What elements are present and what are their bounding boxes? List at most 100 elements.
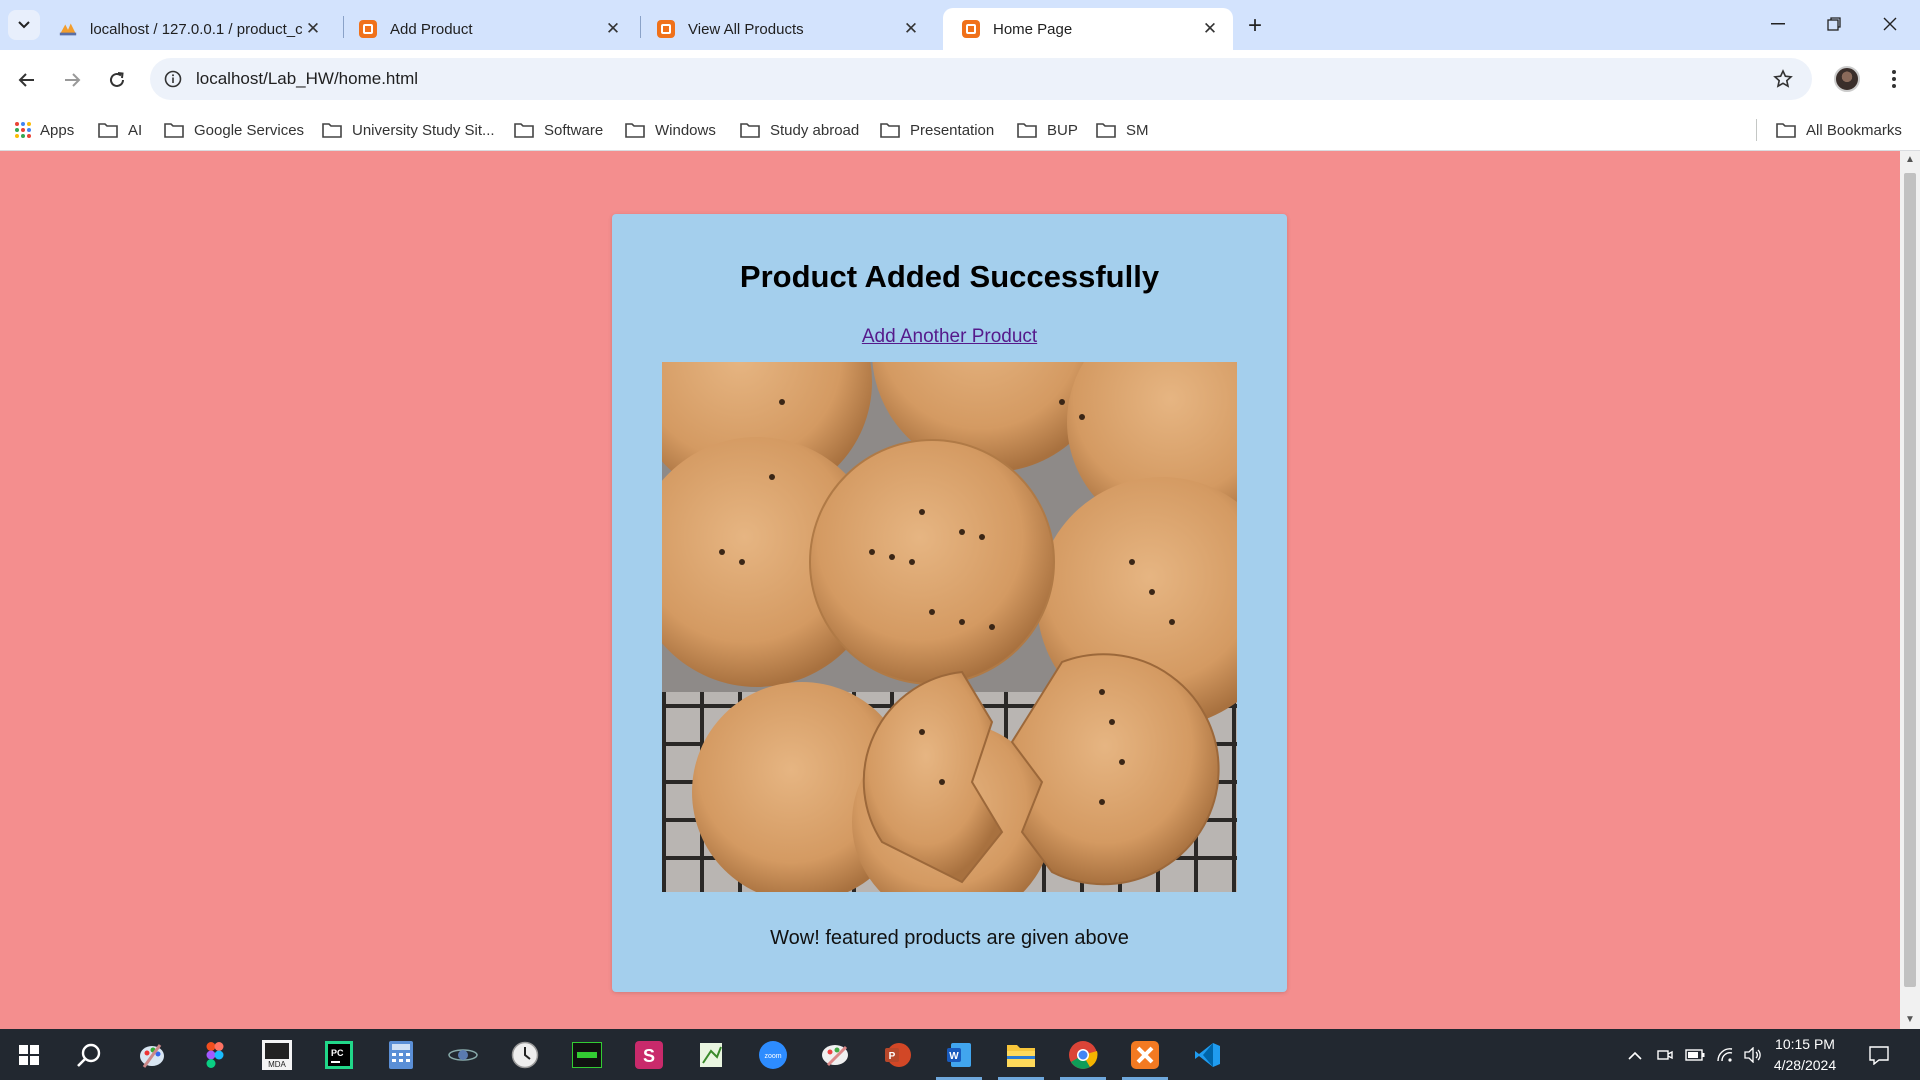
bookmark-label: BUP [1047,121,1078,139]
zoom-icon[interactable]: zoom [756,1038,790,1072]
chrome-icon[interactable] [1066,1038,1100,1072]
bookmark-label: Apps [40,121,75,139]
paint-3d-icon[interactable] [818,1038,852,1072]
phpmyadmin-icon [58,19,78,39]
restore-icon [1827,17,1841,31]
paint-icon[interactable] [135,1038,169,1072]
vscode-icon[interactable] [1190,1038,1224,1072]
chrome-menu-button[interactable] [1880,63,1908,95]
folder-icon [98,123,118,138]
bookmark-label: All Bookmarks [1806,121,1902,139]
add-another-product-link[interactable]: Add Another Product [612,326,1287,348]
back-button[interactable] [10,63,44,97]
site-info-icon[interactable] [162,68,184,90]
bookmarks-bar: Apps AI Google Services University Study… [0,108,1920,151]
clock-date: 4/28/2024 [1773,1057,1837,1073]
url-text[interactable]: localhost/Lab_HW/home.html [196,69,418,89]
xampp-icon [656,19,676,39]
arrow-left-icon [18,73,34,87]
close-icon[interactable]: ✕ [602,18,624,40]
bookmark-label: AI [128,121,143,139]
wifi-icon[interactable] [1714,1044,1736,1066]
bookmark-apps[interactable]: Apps [14,117,74,143]
tab-phpmyadmin[interactable]: localhost / 127.0.0.1 / product_c ✕ [40,8,336,50]
bookmark-folder-google-services[interactable]: Google Services [164,117,304,143]
mdb-icon[interactable]: MDA [260,1038,294,1072]
new-tab-button[interactable]: + [1241,12,1269,40]
close-icon[interactable]: ✕ [302,18,324,40]
folder-icon [1017,123,1037,138]
tab-home-page[interactable]: Home Page ✕ [943,8,1233,50]
reload-button[interactable] [100,63,134,97]
xampp-icon[interactable] [1128,1038,1162,1072]
folder-icon [1096,123,1116,138]
bookmark-folder-ai[interactable]: AI [98,117,142,143]
page-scrollbar[interactable]: ▲ ▼ [1900,151,1920,1029]
folder-icon [880,123,900,138]
bookmark-folder-study-abroad[interactable]: Study abroad [740,117,859,143]
folder-icon [740,123,760,138]
bookmark-label: Study abroad [770,121,860,139]
calculator-icon[interactable] [384,1038,418,1072]
slides-icon[interactable]: S [632,1038,666,1072]
search-icon[interactable] [72,1038,106,1072]
satellite-icon[interactable] [446,1038,480,1072]
more-vert-icon [1892,70,1896,88]
file-explorer-icon[interactable] [1004,1038,1038,1072]
bookmark-folder-windows[interactable]: Windows [625,117,716,143]
battery-icon[interactable] [1684,1044,1706,1066]
folder-icon [164,123,184,138]
minimize-button[interactable] [1750,0,1806,48]
scroll-down-icon[interactable]: ▼ [1905,1015,1915,1025]
close-window-button[interactable] [1862,0,1918,48]
powerpoint-icon[interactable]: P [880,1038,914,1072]
terminal-icon[interactable] [570,1038,604,1072]
success-card: Product Added Successfully Add Another P… [612,214,1287,992]
page-title: Product Added Successfully [739,259,1160,294]
scroll-thumb[interactable] [1904,173,1916,987]
tab-view-all-products[interactable]: View All Products ✕ [638,8,934,50]
all-bookmarks-button[interactable]: All Bookmarks [1776,117,1902,143]
notepad-icon[interactable] [694,1038,728,1072]
folder-icon [322,123,342,138]
svg-text:PC: PC [331,1048,344,1058]
bookmark-label: Presentation [910,121,995,139]
pycharm-icon[interactable]: PC [322,1038,356,1072]
xampp-icon [961,19,981,39]
tray-chevron-up-icon[interactable] [1624,1044,1646,1066]
chevron-down-icon [18,21,30,29]
tab-title: localhost / 127.0.0.1 / product_c [90,20,302,38]
bookmark-label: University Study Sit... [352,121,495,139]
featured-product-image [662,362,1237,892]
profile-avatar[interactable] [1834,66,1860,92]
word-icon[interactable]: W [942,1038,976,1072]
bookmark-folder-bup[interactable]: BUP [1017,117,1078,143]
minimize-icon [1771,23,1785,25]
bookmark-folder-presentation[interactable]: Presentation [880,117,994,143]
featured-caption: Wow! featured products are given above [770,927,1129,949]
clock-icon[interactable] [508,1038,542,1072]
svg-text:W: W [949,1051,959,1062]
close-icon[interactable]: ✕ [900,18,922,40]
restore-button[interactable] [1806,0,1862,48]
folder-icon [625,123,645,138]
notifications-icon[interactable] [1868,1044,1890,1066]
address-bar[interactable]: localhost/Lab_HW/home.html [150,58,1812,100]
tab-add-product[interactable]: Add Product ✕ [340,8,636,50]
tab-title: Home Page [993,20,1073,38]
tab-title: Add Product [390,20,473,38]
figma-icon[interactable] [198,1038,232,1072]
start-icon[interactable] [12,1038,46,1072]
page-viewport: Product Added Successfully Add Another P… [0,151,1900,1029]
bookmark-folder-university[interactable]: University Study Sit... [322,117,495,143]
tab-search-button[interactable] [8,10,40,40]
bookmark-folder-software[interactable]: Software [514,117,603,143]
system-clock[interactable]: 10:15 PM 4/28/2024 [1760,1034,1850,1076]
bookmark-folder-sm[interactable]: SM [1096,117,1149,143]
bookmark-star-icon[interactable] [1770,66,1796,92]
scroll-up-icon[interactable]: ▲ [1905,155,1915,165]
windows-taskbar: MDA PC S zoom P W 10:15 PM 4/28/2024 [0,1029,1920,1080]
close-icon[interactable]: ✕ [1199,18,1221,40]
meet-now-icon[interactable] [1654,1044,1676,1066]
forward-button[interactable] [55,63,89,97]
